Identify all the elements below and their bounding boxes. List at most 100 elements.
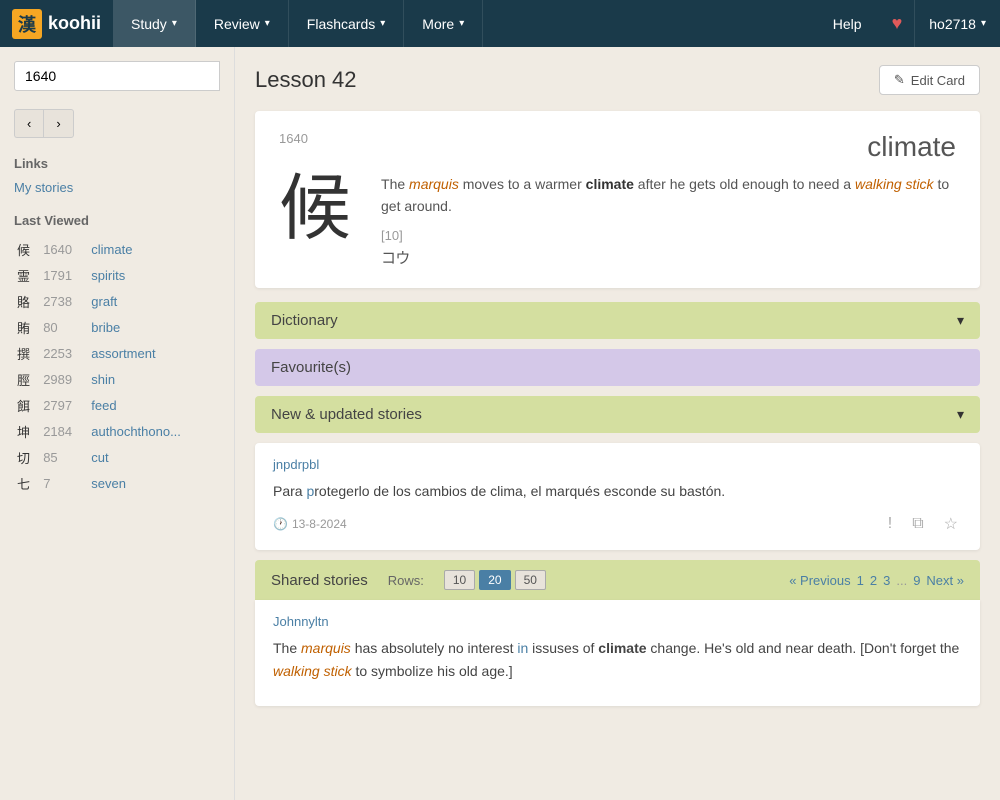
last-viewed-kanji: 撰 bbox=[14, 340, 40, 366]
main-layout: ‹ › Links My stories Last Viewed 候 1640 … bbox=[0, 47, 1000, 800]
card-body: 候 The marquis moves to a warmer climate … bbox=[279, 173, 956, 268]
last-viewed-keyword[interactable]: seven bbox=[88, 470, 220, 496]
last-viewed-num: 2989 bbox=[40, 366, 88, 392]
shared-stories-header: Shared stories Rows: 10 20 50 « Previous… bbox=[255, 560, 980, 600]
logo-kanji: 漢 bbox=[12, 9, 42, 39]
rows-10-button[interactable]: 10 bbox=[444, 570, 475, 590]
last-viewed-row: 切 85 cut bbox=[14, 444, 220, 470]
links-section: Links My stories bbox=[14, 156, 220, 195]
chevron-down-icon: ▾ bbox=[981, 18, 986, 29]
links-title: Links bbox=[14, 156, 220, 171]
rows-50-button[interactable]: 50 bbox=[515, 570, 546, 590]
navbar: 漢 koohii Study ▾ Review ▾ Flashcards ▾ M… bbox=[0, 0, 1000, 47]
last-viewed-keyword[interactable]: shin bbox=[88, 366, 220, 392]
last-viewed-num: 80 bbox=[40, 314, 88, 340]
last-viewed-kanji: 候 bbox=[14, 236, 40, 262]
story-date: 🕐 13-8-2024 bbox=[273, 517, 347, 531]
card-kanji: 候 bbox=[279, 173, 361, 245]
rows-label: Rows: bbox=[388, 573, 424, 588]
rows-options: 10 20 50 bbox=[444, 570, 546, 590]
pagination: « Previous 1 2 3 ... 9 Next » bbox=[789, 573, 964, 588]
nav-study[interactable]: Study ▾ bbox=[113, 0, 196, 47]
last-viewed-num: 2797 bbox=[40, 392, 88, 418]
user-menu[interactable]: ho2718 ▾ bbox=[914, 0, 1000, 47]
last-viewed-row: 脛 2989 shin bbox=[14, 366, 220, 392]
last-viewed-num: 2184 bbox=[40, 418, 88, 444]
sidebar-search bbox=[14, 61, 220, 91]
last-viewed-table: 候 1640 climate 霊 1791 spirits 賂 2738 gra… bbox=[14, 236, 220, 496]
new-stories-header[interactable]: New & updated stories ▾ bbox=[255, 396, 980, 433]
story-author[interactable]: jnpdrpbl bbox=[273, 457, 962, 472]
nav-flashcards[interactable]: Flashcards ▾ bbox=[289, 0, 405, 47]
last-viewed-kanji: 切 bbox=[14, 444, 40, 470]
last-viewed-keyword[interactable]: bribe bbox=[88, 314, 220, 340]
dictionary-title: Dictionary bbox=[271, 312, 338, 329]
dictionary-header[interactable]: Dictionary ▾ bbox=[255, 302, 980, 339]
new-stories-title: New & updated stories bbox=[271, 406, 422, 423]
last-viewed-row: 候 1640 climate bbox=[14, 236, 220, 262]
chevron-down-icon: ▾ bbox=[380, 18, 385, 29]
page-2-link[interactable]: 2 bbox=[870, 573, 877, 588]
copy-button[interactable]: ⧉ bbox=[908, 513, 927, 535]
last-viewed-keyword[interactable]: graft bbox=[88, 288, 220, 314]
page-3-link[interactable]: 3 bbox=[883, 573, 890, 588]
last-viewed-row: 霊 1791 spirits bbox=[14, 262, 220, 288]
help-link[interactable]: Help bbox=[815, 0, 880, 47]
search-input[interactable] bbox=[14, 61, 220, 91]
lesson-title: Lesson 42 bbox=[255, 67, 357, 93]
logo-text: koohii bbox=[48, 13, 101, 34]
nav-more[interactable]: More ▾ bbox=[404, 0, 483, 47]
last-viewed-row: 賄 80 bribe bbox=[14, 314, 220, 340]
last-viewed-keyword[interactable]: feed bbox=[88, 392, 220, 418]
flag-button[interactable]: ! bbox=[884, 513, 896, 535]
last-viewed-row: 賂 2738 graft bbox=[14, 288, 220, 314]
last-viewed-row: 撰 2253 assortment bbox=[14, 340, 220, 366]
navbar-right: Help ♥ ho2718 ▾ bbox=[815, 0, 1000, 47]
last-viewed-kanji: 脛 bbox=[14, 366, 40, 392]
next-page-link[interactable]: Next » bbox=[926, 573, 964, 588]
last-viewed-row: 餌 2797 feed bbox=[14, 392, 220, 418]
last-viewed-keyword[interactable]: climate bbox=[88, 236, 220, 262]
logo[interactable]: 漢 koohii bbox=[0, 9, 113, 39]
chevron-down-icon: ▾ bbox=[265, 18, 270, 29]
last-viewed-row: 坤 2184 authochthono... bbox=[14, 418, 220, 444]
last-viewed-keyword[interactable]: cut bbox=[88, 444, 220, 470]
last-viewed-num: 2253 bbox=[40, 340, 88, 366]
page-ellipsis: ... bbox=[896, 573, 907, 588]
last-viewed-kanji: 坤 bbox=[14, 418, 40, 444]
prev-button[interactable]: ‹ bbox=[14, 109, 43, 138]
last-viewed-kanji: 賄 bbox=[14, 314, 40, 340]
sidebar: ‹ › Links My stories Last Viewed 候 1640 … bbox=[0, 47, 235, 800]
last-viewed-kanji: 餌 bbox=[14, 392, 40, 418]
next-button[interactable]: › bbox=[43, 109, 73, 138]
last-viewed-kanji: 霊 bbox=[14, 262, 40, 288]
last-viewed-title: Last Viewed bbox=[14, 213, 220, 228]
last-viewed-keyword[interactable]: assortment bbox=[88, 340, 220, 366]
page-1-link[interactable]: 1 bbox=[857, 573, 864, 588]
last-viewed-keyword[interactable]: spirits bbox=[88, 262, 220, 288]
prev-page-link[interactable]: « Previous bbox=[789, 573, 850, 588]
page-last-link[interactable]: 9 bbox=[913, 573, 920, 588]
last-viewed-num: 85 bbox=[40, 444, 88, 470]
star-button[interactable]: ☆ bbox=[940, 512, 962, 536]
shared-stories-title: Shared stories bbox=[271, 572, 368, 589]
rows-20-button[interactable]: 20 bbox=[479, 570, 510, 590]
nav-review[interactable]: Review ▾ bbox=[196, 0, 289, 47]
story-text: Para protegerlo de los cambios de clima,… bbox=[273, 480, 962, 502]
favourites-title: Favourite(s) bbox=[271, 359, 351, 376]
new-story-card: jnpdrpbl Para protegerlo de los cambios … bbox=[255, 443, 980, 550]
edit-card-button[interactable]: ✎ Edit Card bbox=[879, 65, 980, 95]
shared-story-author[interactable]: Johnnyltn bbox=[273, 614, 962, 629]
chevron-down-icon: ▾ bbox=[957, 312, 964, 329]
last-viewed-keyword[interactable]: authochthono... bbox=[88, 418, 220, 444]
heart-icon[interactable]: ♥ bbox=[880, 0, 915, 47]
card-info: The marquis moves to a warmer climate af… bbox=[381, 173, 956, 268]
card-stroke: [10] bbox=[381, 228, 956, 243]
card-keyword: climate bbox=[867, 131, 956, 163]
clock-icon: 🕐 bbox=[273, 517, 288, 531]
last-viewed-num: 7 bbox=[40, 470, 88, 496]
favourites-header[interactable]: Favourite(s) bbox=[255, 349, 980, 386]
card-reading: コウ bbox=[381, 247, 956, 268]
last-viewed-kanji: 七 bbox=[14, 470, 40, 496]
my-stories-link[interactable]: My stories bbox=[14, 180, 73, 195]
